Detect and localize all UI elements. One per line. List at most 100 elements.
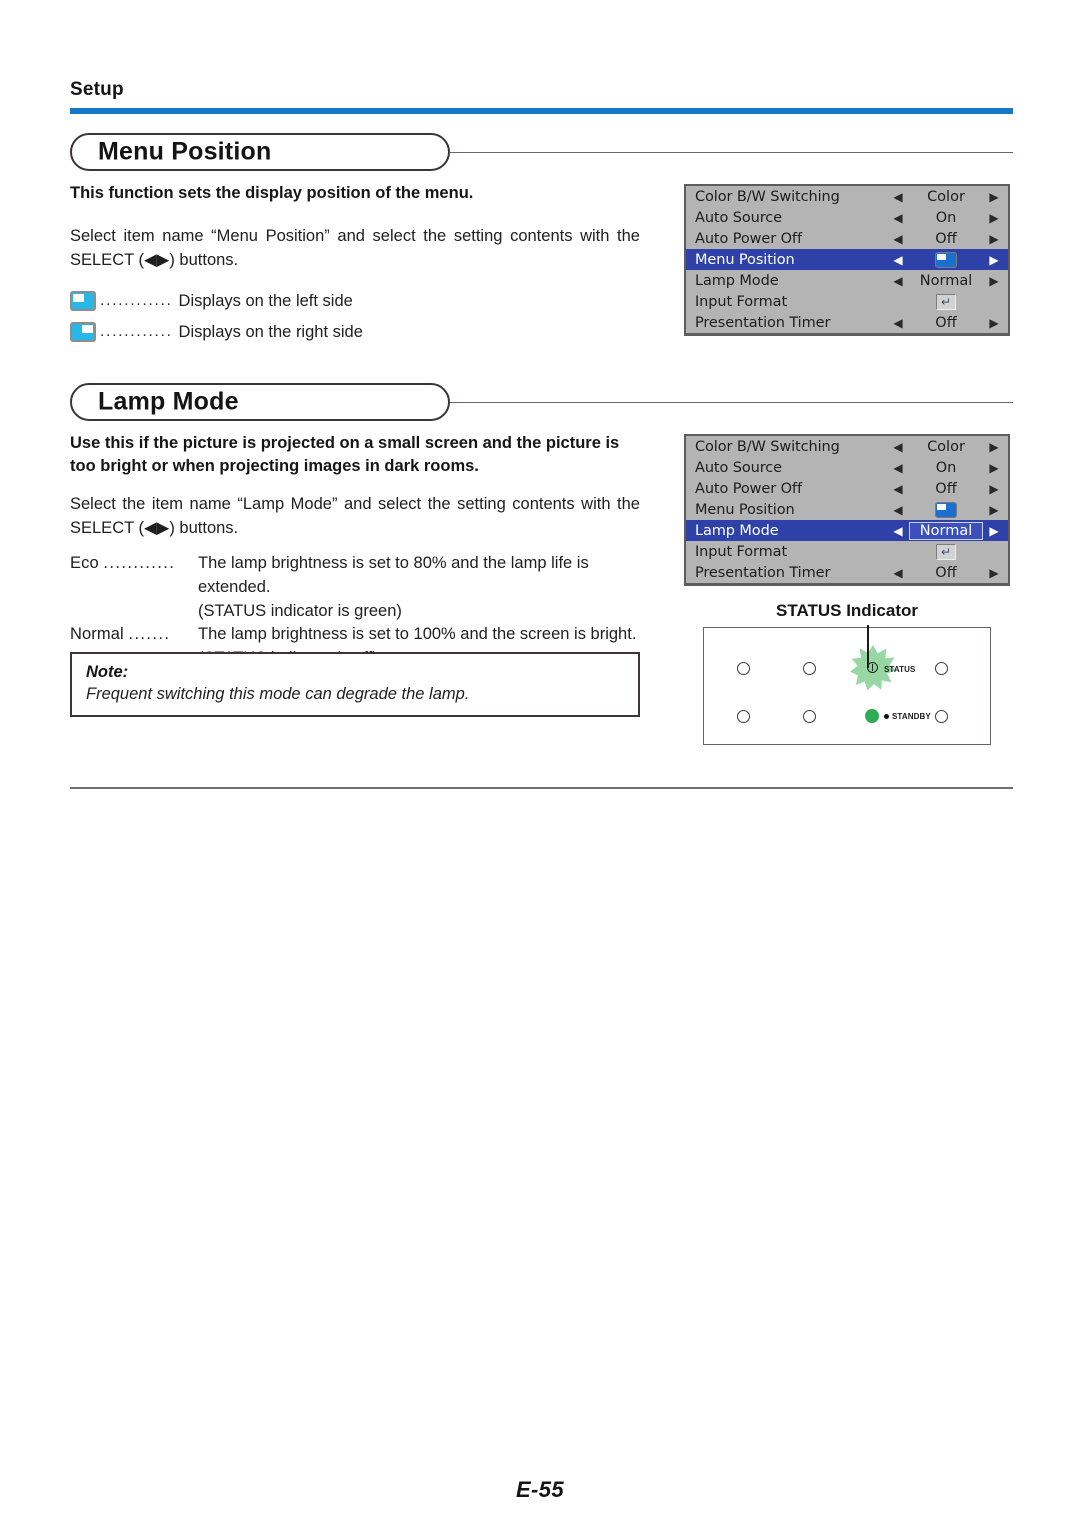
osd-value: Normal — [919, 272, 973, 289]
osd-menu-item-lamp-mode[interactable]: Lamp Mode ◀ Normal ▶ — [686, 270, 1008, 291]
osd-menu-item-presentation-timer[interactable]: Presentation Timer ◀ Off ▶ — [686, 562, 1008, 583]
osd-value-control: ◀ On ▶ — [891, 207, 1001, 228]
osd-value: Off — [935, 564, 957, 581]
menu-position-instruction: Select item name “Menu Position” and sel… — [70, 224, 640, 272]
arrow-left-icon[interactable]: ◀ — [891, 275, 905, 287]
arrow-left-icon[interactable]: ◀ — [891, 567, 905, 579]
arrow-right-icon[interactable]: ▶ — [987, 483, 1001, 495]
menu-position-intro-text: This function sets the display position … — [70, 184, 474, 202]
led-indicator — [737, 662, 750, 675]
osd-value-control: ◀ Off ▶ — [891, 312, 1001, 333]
list-item: ............ Displays on the left side — [70, 288, 640, 314]
section-title-menu-position: Menu Position — [70, 133, 1013, 171]
led-indicator — [935, 662, 948, 675]
osd-menu-item-label: Auto Source — [695, 209, 782, 226]
arrow-right-icon[interactable]: ▶ — [987, 191, 1001, 203]
title-tail-rule — [450, 402, 1013, 403]
arrow-right-icon[interactable]: ▶ — [987, 254, 1001, 266]
osd-menu-item-color-b-w-switching[interactable]: Color B/W Switching ◀ Color ▶ — [686, 186, 1008, 207]
list-item: Eco ............ The lamp brightness is … — [70, 552, 650, 623]
menu-position-value-icon — [935, 501, 957, 518]
osd-menu-screenshot-2: Color B/W Switching ◀ Color ▶ Auto Source ◀ On… — [684, 434, 1010, 586]
legend-label: Displays on the left side — [178, 291, 353, 310]
definition-term: Normal ....... — [70, 625, 171, 644]
arrow-right-icon[interactable]: ▶ — [987, 275, 1001, 287]
osd-menu-item-label: Input Format — [695, 293, 788, 310]
osd-value: Color — [927, 438, 965, 455]
lamp-mode-intro: Use this if the picture is projected on … — [70, 432, 648, 479]
page-number: E-55 — [515, 1477, 565, 1502]
title-pill: Menu Position — [70, 133, 450, 171]
osd-menu-item-label: Color B/W Switching — [695, 438, 840, 455]
osd-menu-item-auto-power-off[interactable]: Auto Power Off ◀ Off ▶ — [686, 228, 1008, 249]
osd-menu-item-presentation-timer[interactable]: Presentation Timer ◀ Off ▶ — [686, 312, 1008, 333]
arrow-right-icon[interactable]: ▶ — [987, 441, 1001, 453]
arrow-right-icon[interactable]: ▶ — [987, 212, 1001, 224]
led-indicator — [737, 710, 750, 723]
standby-led-icon — [865, 709, 879, 723]
enter-key-icon[interactable]: ↵ — [936, 543, 956, 560]
osd-menu-item-menu-position[interactable]: Menu Position ◀ ▶ — [686, 499, 1008, 520]
arrow-left-icon[interactable]: ◀ — [891, 212, 905, 224]
menu-position-value-icon — [935, 251, 957, 268]
osd-menu-item-menu-position[interactable]: Menu Position ◀ ▶ — [686, 249, 1008, 270]
arrow-left-icon[interactable]: ◀ — [891, 233, 905, 245]
osd-value-control: ◀ Off ▶ — [891, 562, 1001, 583]
arrow-left-icon[interactable]: ◀ — [891, 191, 905, 203]
menu-position-instruction-text: Select item name “Menu Position” and sel… — [70, 227, 640, 270]
lamp-mode-intro-text: Use this if the picture is projected on … — [70, 434, 620, 476]
note-text: Frequent switching this mode can degrade… — [86, 685, 470, 703]
osd-menu-screenshot-1: Color B/W Switching ◀ Color ▶ Auto Source ◀ On… — [684, 184, 1010, 336]
osd-value-wrap: Normal — [905, 521, 987, 540]
osd-menu-item-label: Auto Source — [695, 459, 782, 476]
legend-dots: ............ — [100, 292, 173, 309]
enter-key-icon[interactable]: ↵ — [936, 293, 956, 310]
osd-menu-item-input-format[interactable]: Input Format ↵ — [686, 541, 1008, 562]
arrow-left-icon[interactable]: ◀ — [891, 525, 905, 537]
arrow-left-icon[interactable]: ◀ — [891, 441, 905, 453]
arrow-right-icon[interactable]: ▶ — [987, 317, 1001, 329]
arrow-right-icon[interactable]: ▶ — [987, 567, 1001, 579]
osd-menu-item-label: Lamp Mode — [695, 272, 779, 289]
status-indicator-title: STATUS Indicator — [776, 601, 918, 620]
menu-position-legend: ............ Displays on the left side .… — [70, 288, 640, 350]
note-title: Note: — [86, 663, 129, 681]
osd-value: On — [935, 209, 957, 226]
osd-value: Normal — [908, 521, 984, 540]
legend-label: Displays on the right side — [178, 322, 363, 341]
page-header: Setup — [70, 80, 1013, 114]
arrow-left-icon[interactable]: ◀ — [891, 462, 905, 474]
osd-value: ↵ — [905, 293, 987, 310]
osd-menu-item-label: Presentation Timer — [695, 314, 831, 331]
arrow-left-icon[interactable]: ◀ — [891, 317, 905, 329]
list-item: ............ Displays on the right side — [70, 319, 640, 345]
osd-menu-item-color-b-w-switching[interactable]: Color B/W Switching ◀ Color ▶ — [686, 436, 1008, 457]
osd-menu-item-auto-power-off[interactable]: Auto Power Off ◀ Off ▶ — [686, 478, 1008, 499]
arrow-left-icon[interactable]: ◀ — [891, 483, 905, 495]
arrow-left-icon[interactable]: ◀ — [891, 504, 905, 516]
osd-menu-item-auto-source[interactable]: Auto Source ◀ On ▶ — [686, 457, 1008, 478]
arrow-right-icon[interactable]: ▶ — [987, 462, 1001, 474]
osd-value: On — [935, 459, 957, 476]
arrow-right-icon[interactable]: ▶ — [987, 233, 1001, 245]
legend-dots: ............ — [100, 323, 173, 340]
menu-position-intro: This function sets the display position … — [70, 182, 640, 205]
arrow-right-icon[interactable]: ▶ — [987, 504, 1001, 516]
osd-menu-item-auto-source[interactable]: Auto Source ◀ On ▶ — [686, 207, 1008, 228]
osd-menu-item-input-format[interactable]: Input Format ↵ — [686, 291, 1008, 312]
osd-menu-item-label: Presentation Timer — [695, 564, 831, 581]
status-pointer-line — [867, 625, 869, 668]
osd-value-control: ◀ ▶ — [891, 499, 1001, 520]
osd-value — [905, 251, 987, 268]
bottom-divider — [70, 787, 1013, 789]
definition-desc: The lamp brightness is set to 80% and th… — [198, 554, 589, 596]
osd-menu-item-label: Menu Position — [695, 501, 795, 518]
osd-value-control: ◀ Normal ▶ — [891, 520, 1001, 541]
led-indicator — [935, 710, 948, 723]
osd-menu-item-lamp-mode[interactable]: Lamp Mode ◀ Normal ▶ — [686, 520, 1008, 541]
menu-position-right-icon — [70, 322, 96, 342]
arrow-left-icon[interactable]: ◀ — [891, 254, 905, 266]
arrow-right-icon[interactable]: ▶ — [987, 525, 1001, 537]
osd-value-control: ◀ Off ▶ — [891, 478, 1001, 499]
led-indicator — [803, 710, 816, 723]
